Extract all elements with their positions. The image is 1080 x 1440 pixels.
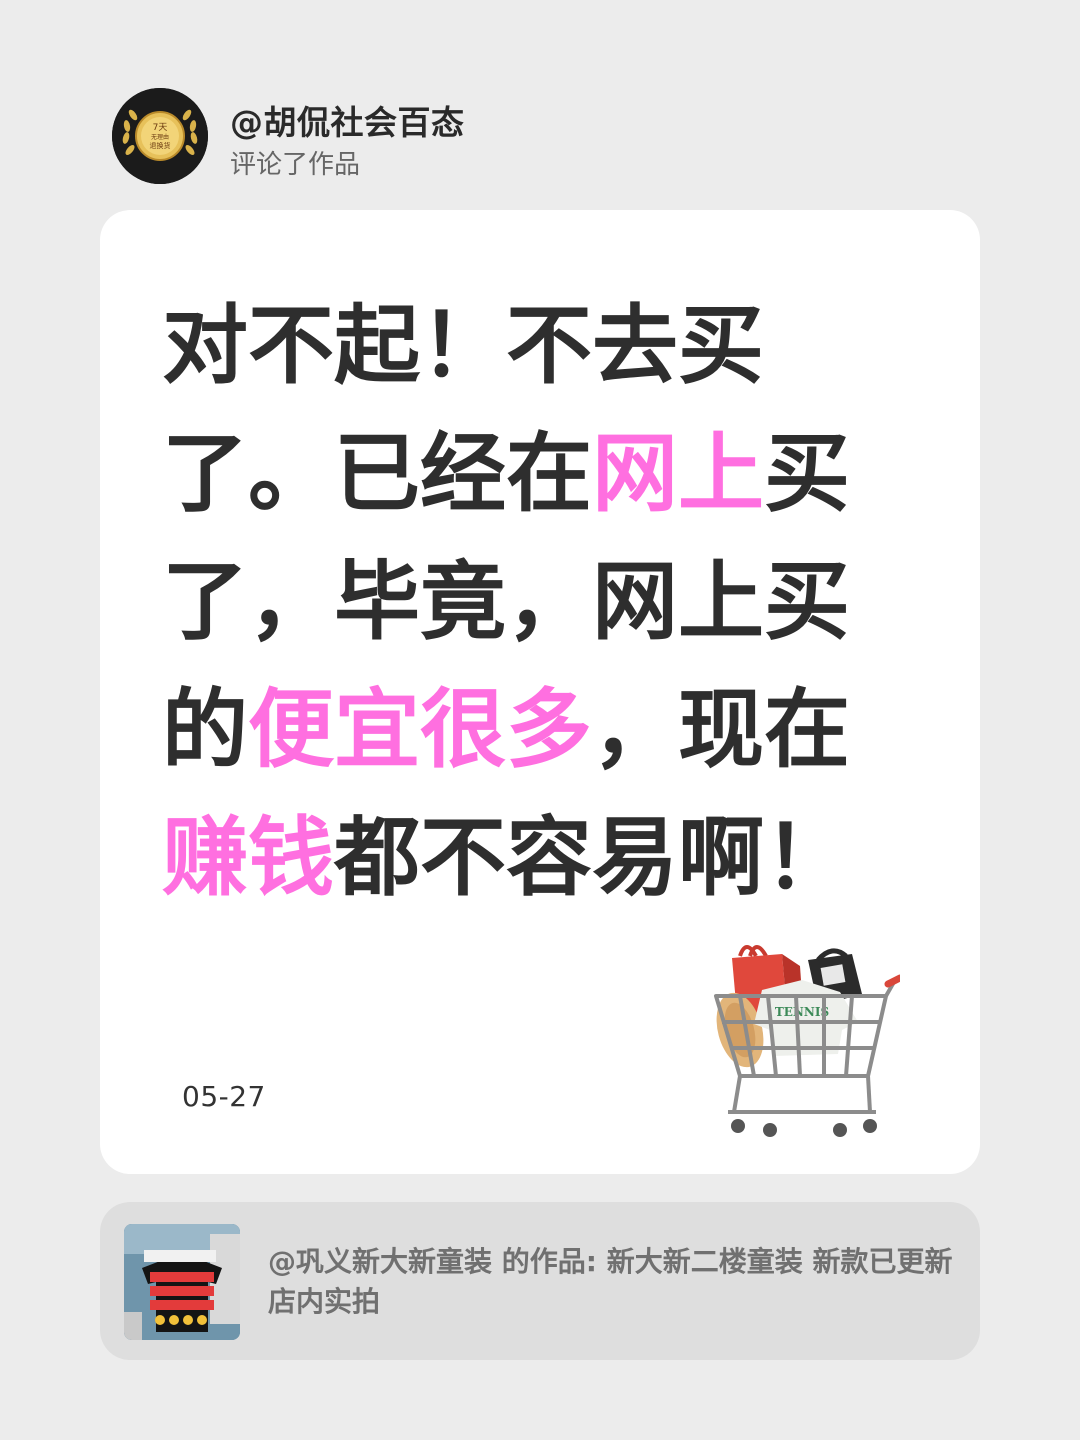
badge-line-3: 退换货 xyxy=(150,141,171,150)
comment-phrase: ，现在 xyxy=(592,680,850,780)
quoted-work-title[interactable]: @巩义新大新童装 的作品: 新大新二楼童装 新款已更新 店内实拍 xyxy=(268,1242,958,1322)
shopping-cart-icon: TENNIS xyxy=(714,945,900,1137)
username[interactable]: @胡侃社会百态 xyxy=(230,96,465,144)
comment-text: 对不起！不去买了。已经在网上买了，毕竟，网上买的便宜很多，现在赚钱都不容易啊！ xyxy=(162,282,902,922)
comment-header: 7天 无理由 退换货 @胡侃社会百态 评论了作品 xyxy=(112,88,812,188)
sweater-text: TENNIS xyxy=(775,1005,829,1019)
action-label: 评论了作品 xyxy=(230,150,361,180)
badge-line-1: 7天 xyxy=(153,123,168,133)
comment-date: 05-27 xyxy=(182,1080,266,1113)
badge-line-2: 无理由 xyxy=(151,133,169,141)
highlighted-phrase: 网上 xyxy=(592,424,764,524)
thumbnail-image xyxy=(124,1224,240,1340)
comment-card: 对不起！不去买了。已经在网上买了，毕竟，网上买的便宜很多，现在赚钱都不容易啊！ … xyxy=(100,210,980,1174)
comment-phrase: 都不容易啊！ xyxy=(334,808,850,908)
work-thumbnail[interactable] xyxy=(124,1224,240,1340)
user-avatar[interactable]: 7天 无理由 退换货 xyxy=(112,88,208,184)
highlighted-phrase: 赚钱 xyxy=(162,808,334,908)
laurel-badge-icon: 7天 无理由 退换货 xyxy=(112,88,208,184)
highlighted-phrase: 便宜很多 xyxy=(248,680,592,780)
quoted-work-card[interactable]: @巩义新大新童装 的作品: 新大新二楼童装 新款已更新 店内实拍 xyxy=(100,1202,980,1360)
